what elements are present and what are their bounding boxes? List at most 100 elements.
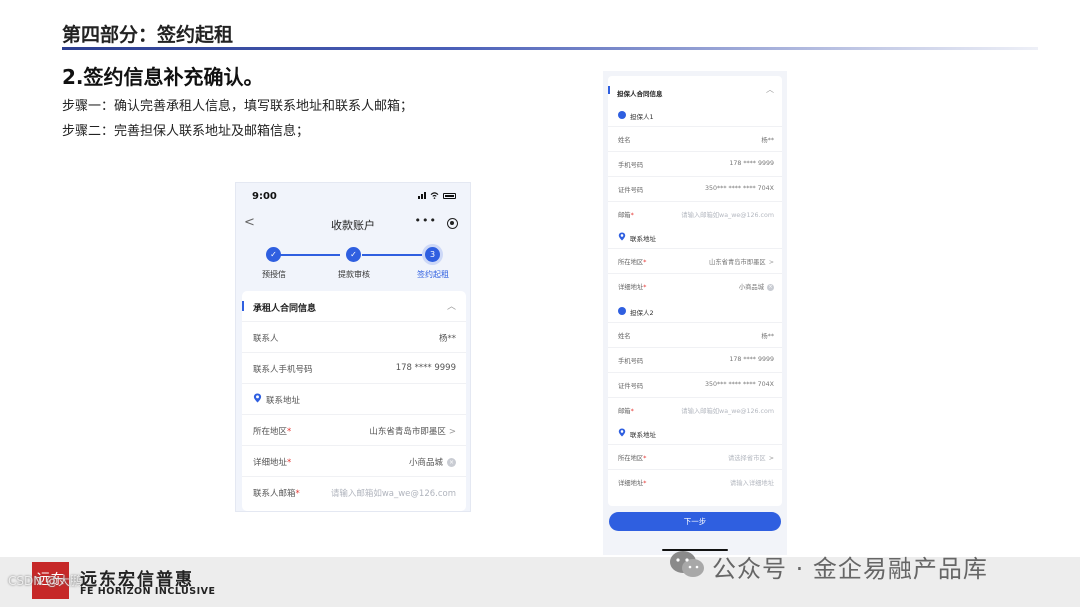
field-label: 证件号码 bbox=[618, 383, 644, 390]
guarantor-name-header: 担保人1 bbox=[630, 113, 654, 121]
clear-icon[interactable]: × bbox=[767, 283, 774, 291]
battery-icon bbox=[443, 192, 456, 199]
chevron-right-icon: > bbox=[448, 427, 456, 437]
card-title: 承租人合同信息 bbox=[253, 304, 317, 314]
id-row: 证件号码 350*** **** **** 704X bbox=[608, 372, 782, 397]
clear-icon[interactable]: × bbox=[447, 458, 456, 467]
detail-address-row[interactable]: 详细地址* 请输入详细地址 bbox=[608, 469, 782, 494]
field-label: 所在地区* bbox=[618, 259, 647, 266]
nav-bar: < 收款账户 ••• bbox=[236, 213, 470, 237]
chevron-right-icon: > bbox=[768, 259, 774, 266]
field-label: 证件号码 bbox=[618, 187, 644, 194]
accent-bar bbox=[608, 86, 610, 94]
step-done-icon: ✓ bbox=[266, 247, 281, 262]
address-section-header: 联系地址 bbox=[608, 422, 782, 444]
step-label: 预授信 bbox=[262, 270, 286, 279]
field-value: 杨** bbox=[761, 137, 774, 144]
phone-row: 手机号码 178 **** 9999 bbox=[608, 151, 782, 176]
detail-address-input[interactable]: 小商品城 × bbox=[739, 282, 774, 291]
guarantor-form-screen: 担保人合同信息 ︿ 担保人1 姓名 杨** 手机号码 178 **** 9999… bbox=[603, 71, 787, 555]
accent-bar bbox=[242, 301, 244, 311]
signal-icon bbox=[418, 192, 426, 199]
field-label: 详细地址* bbox=[253, 458, 292, 468]
progress-stepper: ✓ ✓ 3 预授信 提款审核 签约起租 bbox=[236, 245, 470, 279]
field-label: 邮箱* bbox=[618, 408, 634, 415]
close-miniapp-icon[interactable] bbox=[447, 218, 458, 229]
section-title: 第四部分：签约起租 bbox=[62, 24, 234, 46]
next-step-button[interactable]: 下一步 bbox=[609, 512, 781, 531]
field-label: 手机号码 bbox=[618, 358, 644, 365]
email-row[interactable]: 邮箱* 请输入邮箱如wa_we@126.com bbox=[608, 397, 782, 422]
detail-address-input[interactable]: 请输入详细地址 bbox=[730, 478, 774, 487]
field-value: 178 **** 9999 bbox=[729, 356, 774, 363]
user-icon bbox=[618, 307, 626, 315]
step-label: 提款审核 bbox=[338, 270, 370, 279]
field-label: 手机号码 bbox=[618, 162, 644, 169]
region-row[interactable]: 所在地区* 山东省青岛市即墨区 > bbox=[242, 414, 466, 445]
card-header[interactable]: 担保人合同信息 ︿ bbox=[608, 76, 782, 104]
contact-phone-row: 联系人手机号码 178 **** 9999 bbox=[242, 352, 466, 383]
field-value: 350*** **** **** 704X bbox=[705, 185, 774, 192]
guarantor-contract-card: 担保人合同信息 ︿ 担保人1 姓名 杨** 手机号码 178 **** 9999… bbox=[608, 76, 782, 506]
region-select[interactable]: 请选择省市区 > bbox=[728, 453, 774, 462]
step-current-icon: 3 bbox=[425, 247, 440, 262]
status-icons bbox=[418, 192, 456, 199]
field-value: 178 **** 9999 bbox=[729, 160, 774, 167]
region-select[interactable]: 山东省青岛市即墨区 > bbox=[369, 425, 456, 437]
detail-address-row[interactable]: 详细地址* 小商品城 × bbox=[608, 273, 782, 298]
slide-heading: 2.签约信息补充确认。 bbox=[62, 65, 264, 89]
region-row[interactable]: 所在地区* 山东省青岛市即墨区 > bbox=[608, 248, 782, 273]
region-row[interactable]: 所在地区* 请选择省市区 > bbox=[608, 444, 782, 469]
field-label: 联系人手机号码 bbox=[253, 365, 313, 375]
location-pin-icon bbox=[618, 232, 626, 241]
field-label: 联系人邮箱* bbox=[253, 489, 300, 499]
guarantor-name-header: 担保人2 bbox=[630, 309, 654, 317]
email-input[interactable]: 请输入邮箱如wa_we@126.com bbox=[681, 210, 774, 219]
csdn-watermark: CSDN @大鹏 bbox=[8, 574, 83, 588]
field-value: 350*** **** **** 704X bbox=[705, 381, 774, 388]
email-input[interactable]: 请输入邮箱如wa_we@126.com bbox=[331, 487, 456, 499]
field-value: 杨** bbox=[438, 334, 456, 344]
name-row: 姓名 杨** bbox=[608, 126, 782, 151]
field-label: 姓名 bbox=[618, 333, 631, 340]
field-label: 联系人 bbox=[253, 334, 279, 344]
section-label: 联系地址 bbox=[266, 396, 301, 406]
phone-row: 手机号码 178 **** 9999 bbox=[608, 347, 782, 372]
more-icon[interactable]: ••• bbox=[415, 214, 437, 227]
email-row[interactable]: 邮箱* 请输入邮箱如wa_we@126.com bbox=[608, 201, 782, 226]
step-2-text: 步骤二：完善担保人联系地址及邮箱信息； bbox=[62, 124, 310, 139]
chevron-up-icon[interactable]: ︿ bbox=[766, 84, 774, 95]
step-done-icon: ✓ bbox=[346, 247, 361, 262]
email-row[interactable]: 联系人邮箱* 请输入邮箱如wa_we@126.com bbox=[242, 476, 466, 507]
name-row: 姓名 杨** bbox=[608, 322, 782, 347]
field-label: 姓名 bbox=[618, 137, 631, 144]
brand-name-en: FE HORIZON INCLUSIVE bbox=[80, 586, 216, 597]
card-title: 担保人合同信息 bbox=[617, 90, 663, 98]
location-pin-icon bbox=[253, 393, 262, 403]
section-label: 联系地址 bbox=[630, 431, 656, 439]
field-value: 杨** bbox=[761, 333, 774, 340]
chevron-right-icon: > bbox=[768, 455, 774, 462]
step-1-text: 步骤一：确认完善承租人信息，填写联系地址和联系人邮箱； bbox=[62, 99, 414, 114]
section-label: 联系地址 bbox=[630, 235, 656, 243]
guarantor-1-header: 担保人1 bbox=[608, 104, 782, 126]
detail-address-input[interactable]: 小商品城 × bbox=[409, 456, 456, 468]
field-value: 178 **** 9999 bbox=[395, 363, 456, 373]
phone-screen: 9:00 < 收款账户 ••• ✓ ✓ 3 预授信 提款审核 签约起租 承租人合… bbox=[235, 182, 471, 512]
location-pin-icon bbox=[618, 428, 626, 437]
chevron-up-icon[interactable]: ︿ bbox=[447, 299, 456, 312]
step-label-active: 签约起租 bbox=[417, 270, 449, 279]
stepper-line bbox=[280, 254, 340, 256]
field-label: 详细地址* bbox=[618, 480, 647, 487]
address-section-header: 联系地址 bbox=[608, 226, 782, 248]
id-row: 证件号码 350*** **** **** 704X bbox=[608, 176, 782, 201]
status-bar: 9:00 bbox=[236, 183, 470, 211]
field-label: 邮箱* bbox=[618, 212, 634, 219]
detail-address-row[interactable]: 详细地址* 小商品城 × bbox=[242, 445, 466, 476]
wechat-watermark: 公众号 · 金企易融产品库 bbox=[712, 555, 988, 583]
region-select[interactable]: 山东省青岛市即墨区 > bbox=[709, 257, 774, 266]
email-input[interactable]: 请输入邮箱如wa_we@126.com bbox=[681, 406, 774, 415]
card-header[interactable]: 承租人合同信息 ︿ bbox=[242, 291, 466, 321]
field-label: 所在地区* bbox=[253, 427, 292, 437]
field-label: 所在地区* bbox=[618, 455, 647, 462]
